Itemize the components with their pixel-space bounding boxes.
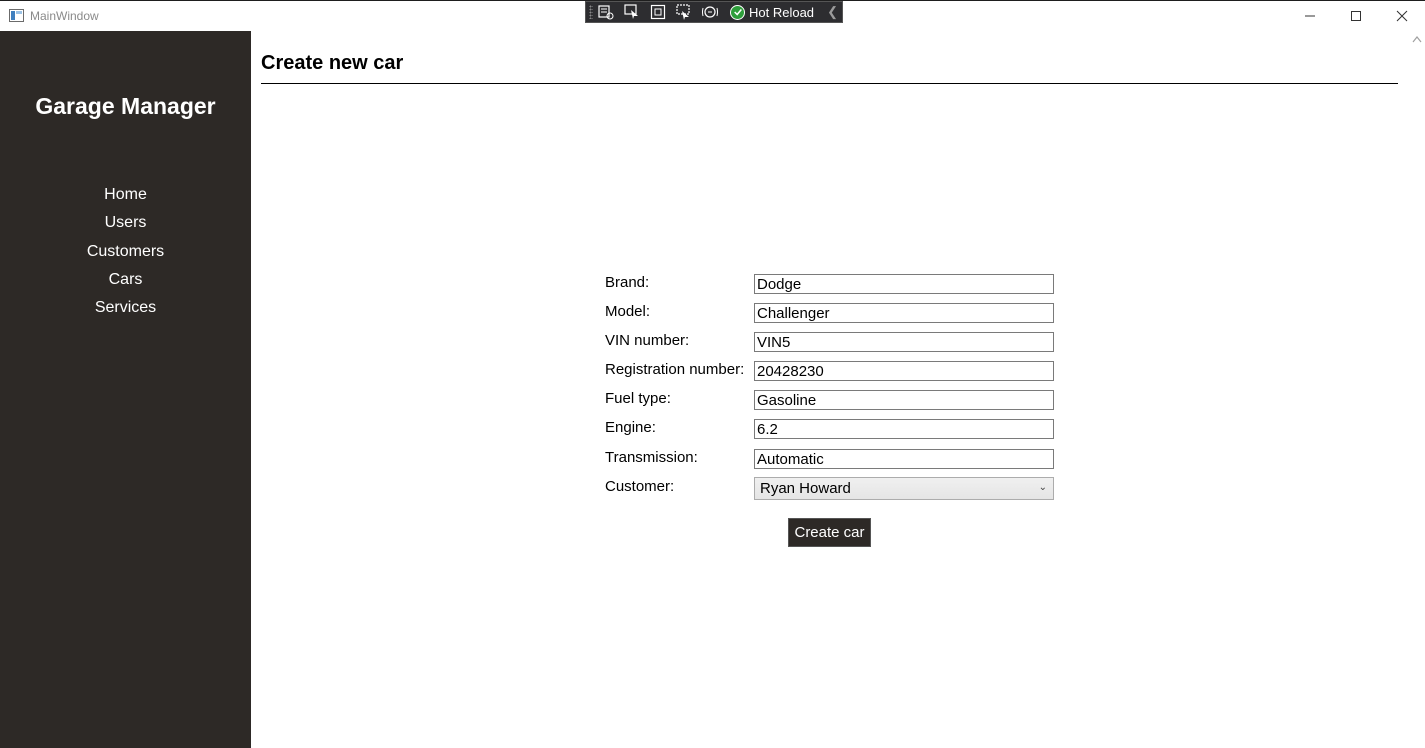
sidebar-item-customers[interactable]: Customers: [0, 242, 251, 270]
create-car-button[interactable]: Create car: [788, 518, 871, 547]
vin-row: VIN number:: [605, 331, 1065, 353]
track-focus-icon[interactable]: [676, 4, 692, 20]
registration-input[interactable]: [754, 361, 1054, 381]
binding-failures-icon[interactable]: [702, 4, 718, 20]
title-divider: [261, 83, 1398, 84]
customer-select[interactable]: Ryan Howard ⌄: [754, 477, 1054, 500]
maximize-icon: [1351, 11, 1361, 21]
sidebar: Garage Manager Home Users Customers Cars…: [0, 31, 251, 748]
page-title: Create new car: [261, 52, 404, 74]
chevron-down-icon: ⌄: [1038, 482, 1047, 493]
registration-row: Registration number:: [605, 360, 1065, 382]
customer-label: Customer:: [605, 478, 675, 495]
maximize-button[interactable]: [1333, 1, 1379, 31]
close-button[interactable]: [1379, 1, 1425, 31]
hot-reload-status-icon: [730, 4, 745, 20]
brand-label: Brand:: [605, 274, 650, 291]
display-adorners-icon[interactable]: [650, 4, 666, 20]
window-title: MainWindow: [30, 9, 99, 23]
scroll-up-arrow-icon[interactable]: [1412, 35, 1422, 43]
window-controls: [1287, 1, 1425, 31]
customer-selected-value: Ryan Howard: [760, 480, 851, 497]
fuel-row: Fuel type:: [605, 389, 1065, 411]
registration-label: Registration number:: [605, 361, 745, 378]
transmission-label: Transmission:: [605, 449, 698, 466]
brand-input[interactable]: [754, 274, 1054, 294]
sidebar-nav: Home Users Customers Cars Services: [0, 185, 251, 326]
hot-reload-label[interactable]: Hot Reload: [749, 5, 814, 20]
brand-row: Brand:: [605, 273, 1065, 295]
model-row: Model:: [605, 302, 1065, 324]
sidebar-item-users[interactable]: Users: [0, 213, 251, 241]
app-brand-title: Garage Manager: [35, 93, 216, 119]
sidebar-item-home[interactable]: Home: [0, 185, 251, 213]
live-visual-tree-icon[interactable]: [598, 4, 614, 20]
model-label: Model:: [605, 303, 651, 320]
vin-input[interactable]: [754, 332, 1054, 352]
sidebar-item-cars[interactable]: Cars: [0, 270, 251, 298]
fuel-input[interactable]: [754, 390, 1054, 410]
model-input[interactable]: [754, 303, 1054, 323]
app-window-icon: [9, 9, 24, 22]
collapse-toolbar-icon[interactable]: ❮: [827, 4, 838, 20]
toolbar-grip-icon[interactable]: [589, 5, 593, 19]
vertical-scrollbar[interactable]: [1409, 31, 1425, 748]
engine-label: Engine:: [605, 419, 656, 436]
xaml-debug-toolbar: Hot Reload ❮: [585, 1, 843, 23]
engine-row: Engine:: [605, 418, 1065, 440]
fuel-label: Fuel type:: [605, 390, 671, 407]
main-content: Create new car Brand: Model: VIN number:…: [251, 31, 1409, 748]
title-bar: MainWindow Hot Reload ❮: [0, 0, 1425, 31]
customer-row: Customer: Ryan Howard ⌄: [605, 477, 1065, 500]
close-icon: [1396, 10, 1408, 22]
minimize-button[interactable]: [1287, 1, 1333, 31]
minimize-icon: [1305, 15, 1315, 17]
vin-label: VIN number:: [605, 332, 690, 349]
transmission-row: Transmission:: [605, 448, 1065, 470]
sidebar-item-services[interactable]: Services: [0, 298, 251, 326]
engine-input[interactable]: [754, 419, 1054, 439]
transmission-input[interactable]: [754, 449, 1054, 469]
select-element-icon[interactable]: [624, 4, 640, 20]
